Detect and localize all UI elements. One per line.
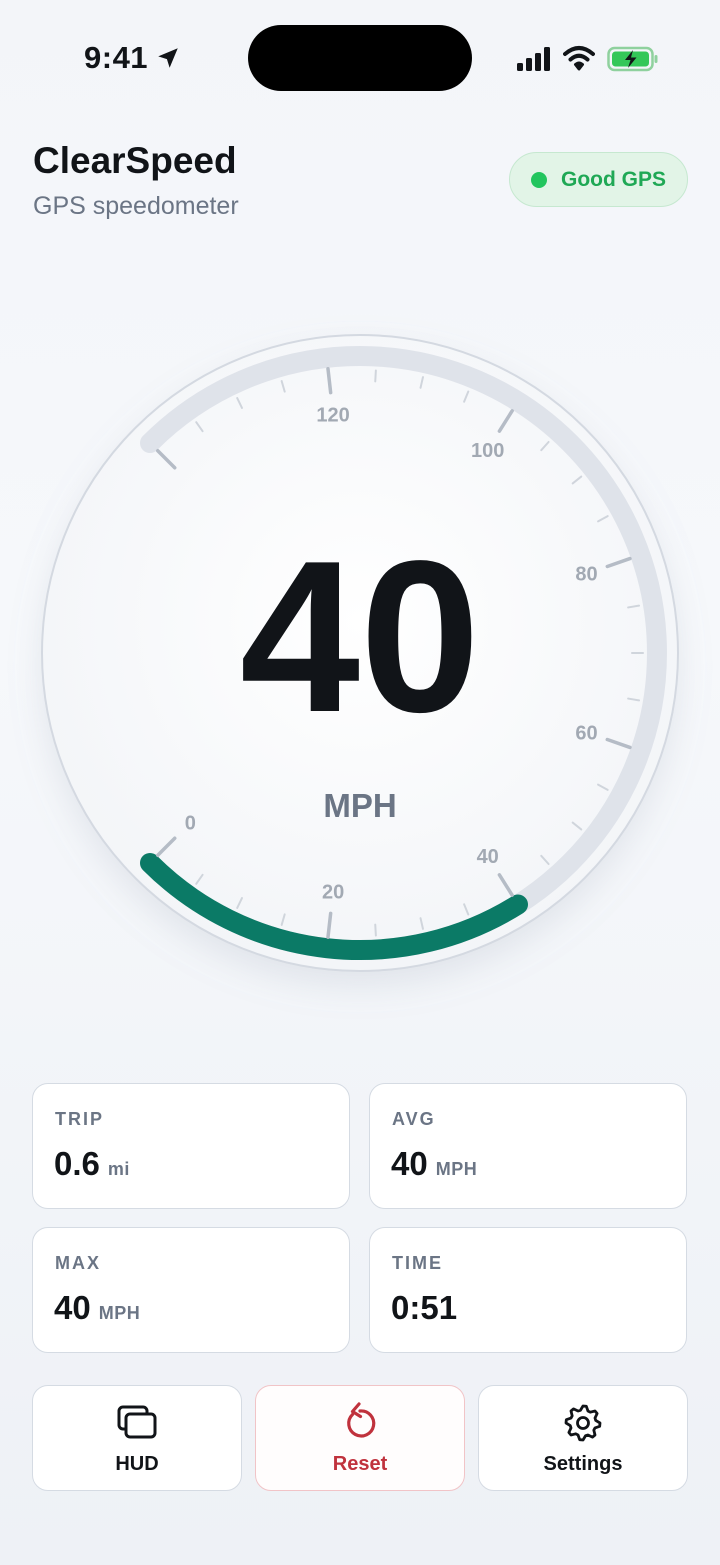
trip-value: 0.6	[54, 1145, 100, 1182]
trip-value-row: 0.6 mi	[54, 1145, 130, 1183]
settings-button-label: Settings	[543, 1452, 623, 1475]
current-speed: 40	[240, 515, 480, 757]
trip-card: TRIP 0.6 mi	[32, 1083, 350, 1209]
max-label: MAX	[55, 1253, 101, 1273]
gauge-tick-label: 120	[316, 405, 349, 427]
avg-unit: MPH	[435, 1159, 478, 1179]
trip-unit: mi	[107, 1159, 130, 1179]
max-value-row: 40 MPH	[54, 1289, 140, 1327]
gps-status-dot	[531, 171, 547, 188]
status-time: 9:41	[84, 40, 149, 75]
hud-windows-icon	[117, 1405, 157, 1438]
gauge-tick-label: 0	[185, 813, 196, 835]
speed-gauge: 0 20 40 60 80 100 120 40 MPH	[40, 333, 680, 973]
dynamic-island	[248, 25, 472, 91]
gauge-tick-label: 100	[471, 440, 504, 462]
settings-button[interactable]: Settings	[478, 1385, 688, 1491]
speedometer-screen: 9:41 ClearSpeed GPS speedometer Good GPS	[0, 0, 720, 1565]
minor-tick	[374, 923, 377, 937]
gps-status-badge[interactable]: Good GPS	[509, 152, 688, 207]
speed-unit: MPH	[323, 787, 396, 824]
minor-tick	[374, 369, 377, 383]
gauge-tick-label: 80	[575, 564, 597, 586]
avg-value: 40	[391, 1145, 428, 1182]
time-card: TIME 0:51	[369, 1227, 687, 1353]
avg-value-row: 40 MPH	[391, 1145, 477, 1183]
gauge-tick-label: 20	[322, 882, 344, 904]
avg-card: AVG 40 MPH	[369, 1083, 687, 1209]
gps-status-label: Good GPS	[561, 167, 666, 191]
max-value: 40	[54, 1289, 91, 1326]
hud-button[interactable]: HUD	[32, 1385, 242, 1491]
wifi-icon	[563, 46, 595, 71]
avg-label: AVG	[392, 1109, 436, 1129]
time-value-row: 0:51	[391, 1289, 457, 1327]
time-label: TIME	[392, 1253, 443, 1273]
hud-button-label: HUD	[115, 1452, 159, 1475]
max-card: MAX 40 MPH	[32, 1227, 350, 1353]
reset-button[interactable]: Reset	[255, 1385, 465, 1491]
reset-arrow-icon	[347, 1401, 376, 1438]
time-value: 0:51	[391, 1289, 458, 1326]
app-title: ClearSpeed	[33, 140, 237, 181]
battery-charging-icon	[607, 46, 658, 72]
gear-icon	[564, 1404, 602, 1441]
speed-gauge-dial: 0 20 40 60 80 100 120 40 MPH	[41, 334, 679, 972]
gauge-tick-label: 40	[477, 846, 499, 868]
status-bar: 9:41	[0, 0, 720, 120]
cellular-signal-icon	[517, 47, 550, 71]
location-arrow-icon	[158, 48, 178, 68]
gauge-tick-label: 60	[575, 722, 597, 744]
max-unit: MPH	[98, 1303, 141, 1323]
app-subtitle: GPS speedometer	[33, 192, 239, 220]
trip-label: TRIP	[55, 1109, 105, 1129]
reset-button-label: Reset	[332, 1452, 388, 1475]
